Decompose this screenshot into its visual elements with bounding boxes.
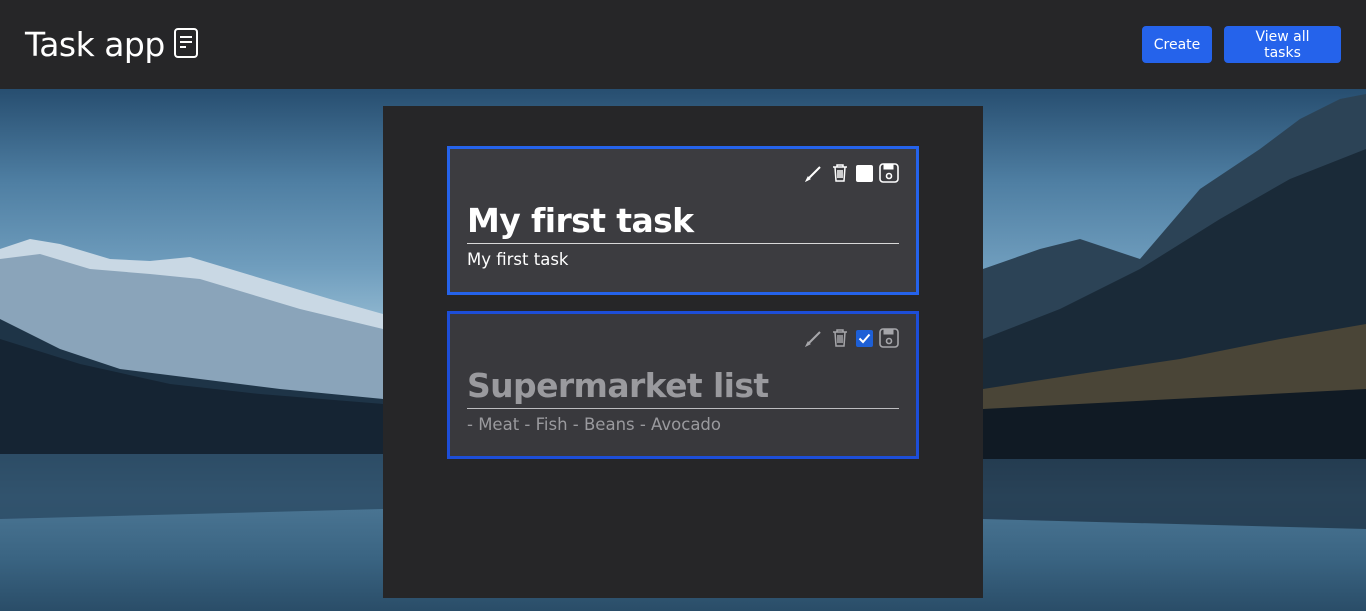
trash-icon[interactable] — [830, 163, 850, 183]
view-all-tasks-button[interactable]: View all tasks — [1224, 26, 1341, 63]
task-title[interactable]: Supermarket list — [467, 366, 899, 409]
save-icon[interactable] — [879, 328, 899, 348]
task-description[interactable]: - Meat - Fish - Beans - Avocado — [467, 414, 899, 436]
edit-icon[interactable] — [804, 328, 824, 348]
app-title: Task app — [25, 25, 165, 64]
card-toolbar — [467, 326, 899, 350]
task-panel: My first task My first task Supermarket … — [383, 106, 983, 598]
complete-checkbox[interactable] — [856, 164, 873, 182]
card-toolbar — [467, 161, 899, 185]
save-icon[interactable] — [879, 163, 899, 183]
create-button[interactable]: Create — [1142, 26, 1212, 63]
task-description[interactable]: My first task — [467, 249, 899, 271]
trash-icon[interactable] — [830, 328, 850, 348]
task-card: Supermarket list - Meat - Fish - Beans -… — [447, 311, 919, 459]
brand: Task app — [25, 25, 199, 64]
edit-icon[interactable] — [804, 163, 824, 183]
nav-actions: Create View all tasks — [1142, 26, 1341, 63]
top-navbar: Task app Create View all tasks — [0, 0, 1366, 89]
task-card: My first task My first task — [447, 146, 919, 295]
complete-checkbox[interactable] — [856, 329, 873, 347]
task-title[interactable]: My first task — [467, 201, 899, 244]
document-icon — [173, 27, 199, 59]
checkmark-icon — [858, 333, 871, 343]
